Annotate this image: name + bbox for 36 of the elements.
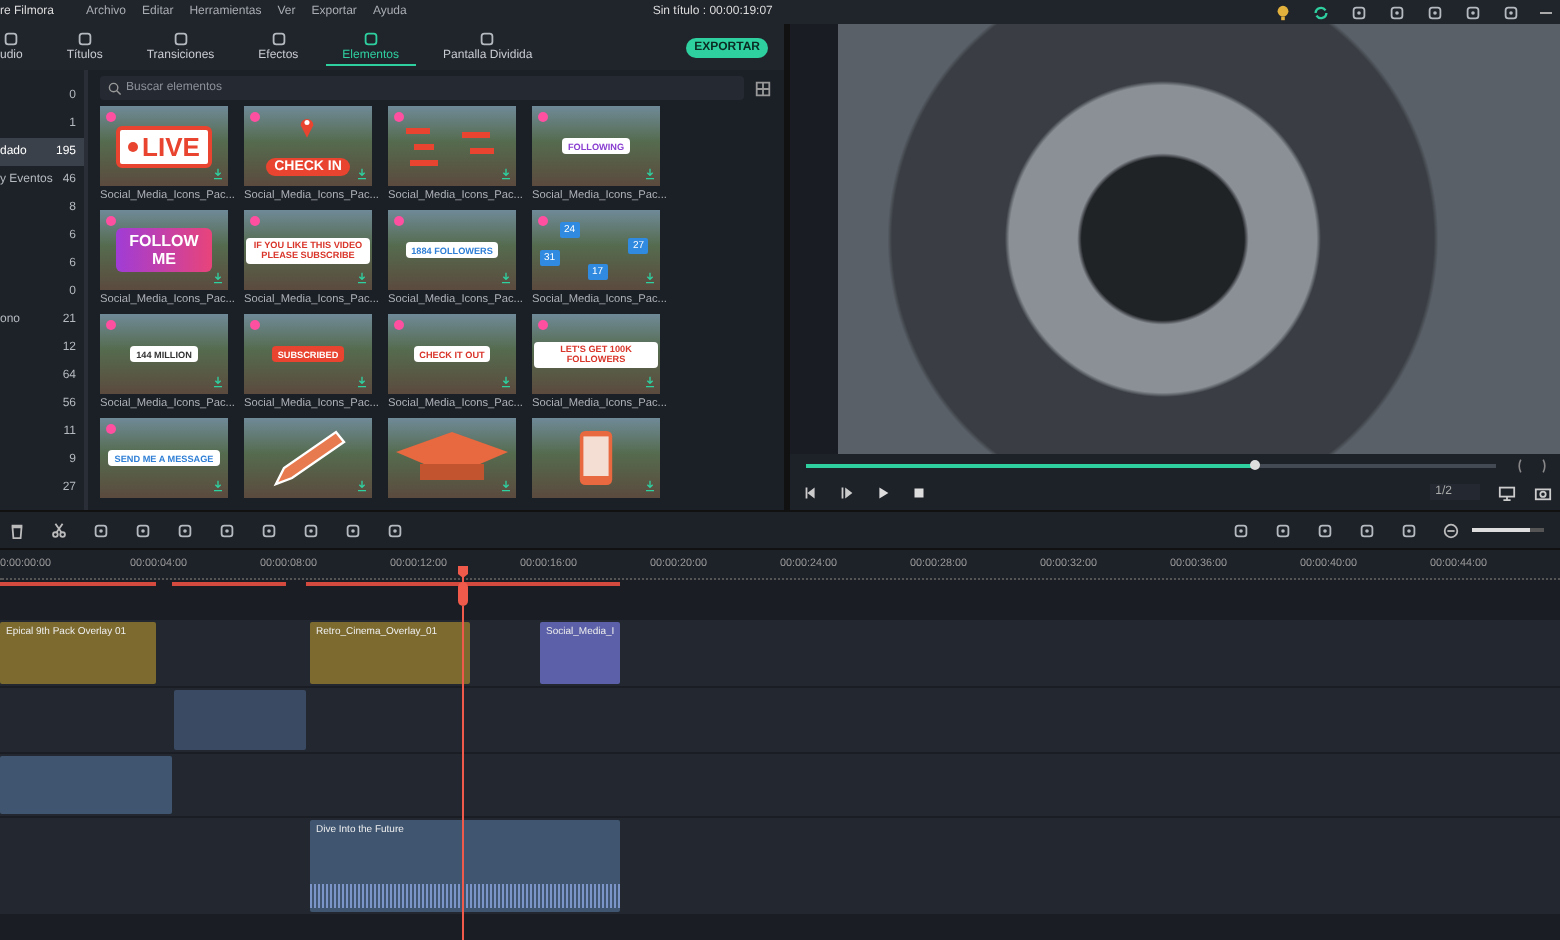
search-icon [108, 81, 122, 95]
scissors-icon[interactable] [50, 521, 68, 539]
element-thumbnail[interactable] [388, 106, 516, 186]
image-clip[interactable] [174, 690, 306, 750]
tab-icon [478, 30, 497, 48]
element-thumbnail[interactable]: LIVE [100, 106, 228, 186]
camera-icon[interactable] [1534, 483, 1552, 501]
zoom-out-icon[interactable] [1442, 521, 1460, 539]
tab-icon [171, 30, 190, 48]
play-frame-icon[interactable] [838, 483, 856, 501]
phone-drawing [578, 428, 614, 488]
sticker-text: LIVE [116, 125, 212, 167]
previous-frame-icon[interactable] [802, 483, 820, 501]
bulb-icon[interactable] [1274, 3, 1292, 21]
sticker-text: FOLLOW ME [116, 228, 212, 272]
progress-handle[interactable] [1250, 460, 1261, 470]
stop-icon[interactable] [910, 483, 928, 501]
grid-view-icon[interactable] [754, 79, 772, 97]
tab-icon [269, 30, 288, 48]
monitor-icon[interactable] [1498, 483, 1516, 501]
tab-icon [2, 30, 21, 48]
element-thumbnail[interactable]: FOLLOW ME [100, 210, 228, 290]
sync-icon[interactable] [1312, 3, 1330, 21]
bracket-icon[interactable] [1512, 458, 1552, 474]
location-pin-icon [298, 114, 316, 140]
tab-icon [75, 30, 94, 48]
playhead-handle[interactable] [458, 566, 468, 606]
minimize-icon[interactable] [1540, 11, 1552, 13]
delete-icon[interactable] [8, 521, 26, 539]
element-thumbnail[interactable] [244, 418, 372, 498]
element-thumbnail[interactable] [532, 418, 660, 498]
play-icon[interactable] [874, 483, 892, 501]
tab-icon [361, 30, 380, 48]
pencil-drawing [268, 428, 348, 488]
video-clip[interactable] [0, 756, 172, 814]
element-thumbnail[interactable] [388, 418, 516, 498]
